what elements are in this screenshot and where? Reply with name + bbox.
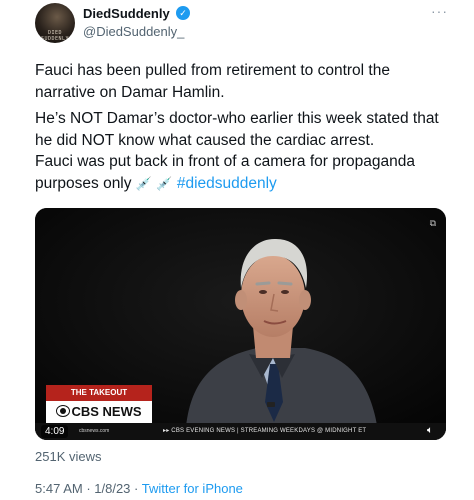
segment-label: THE TAKEOUT — [46, 385, 152, 401]
hashtag-link[interactable]: #diedsuddenly — [177, 175, 277, 192]
author-display-name[interactable]: DiedSuddenly — [83, 6, 170, 21]
tweet-meta: 5:47 AM · 1/8/23 · Twitter for iPhone — [35, 481, 243, 496]
tweet-date[interactable]: 1/8/23 — [94, 481, 130, 496]
view-count: 251K views — [35, 449, 102, 464]
ticker-text: ▸▸ CBS EVENING NEWS | STREAMING WEEKDAYS… — [163, 428, 367, 434]
author-avatar[interactable]: DIED SUDDENLY — [35, 3, 75, 43]
network-logo-text: CBS NEWS — [71, 404, 142, 419]
video-duration: 4:09 — [41, 425, 69, 438]
syringe-icon: 💉 — [156, 176, 173, 191]
author-handle[interactable]: @DiedSuddenly_ — [83, 24, 184, 39]
verified-badge-icon: ✓ — [176, 6, 190, 20]
avatar-logo-text: DIED SUDDENLY — [40, 30, 70, 42]
video-player[interactable]: ⧉ THE TAKEOUT CBS NEWS 4:09 cbsnews.com … — [35, 208, 446, 440]
syringe-icon: 💉 — [135, 176, 153, 191]
tweet-paragraph-1: Fauci has been pulled from retirement to… — [35, 62, 390, 101]
tweet-client-link[interactable]: Twitter for iPhone — [142, 481, 243, 496]
more-options-icon[interactable]: ··· — [431, 3, 448, 19]
tweet-time[interactable]: 5:47 AM — [35, 481, 83, 496]
tweet-paragraph-3: Fauci was put back in front of a camera … — [35, 151, 450, 195]
tweet: DIED SUDDENLY DiedSuddenly ✓ @DiedSudden… — [0, 0, 474, 500]
ticker-site: cbsnews.com — [79, 428, 110, 434]
media-expand-icon[interactable]: ⧉ — [430, 218, 436, 229]
network-logo: CBS NEWS — [46, 401, 152, 423]
cbs-eye-icon — [56, 405, 71, 417]
volume-icon[interactable]: 🔈︎ — [427, 425, 433, 436]
tweet-paragraph-2: He’s NOT Damar’s doctor-who earlier this… — [35, 110, 439, 149]
